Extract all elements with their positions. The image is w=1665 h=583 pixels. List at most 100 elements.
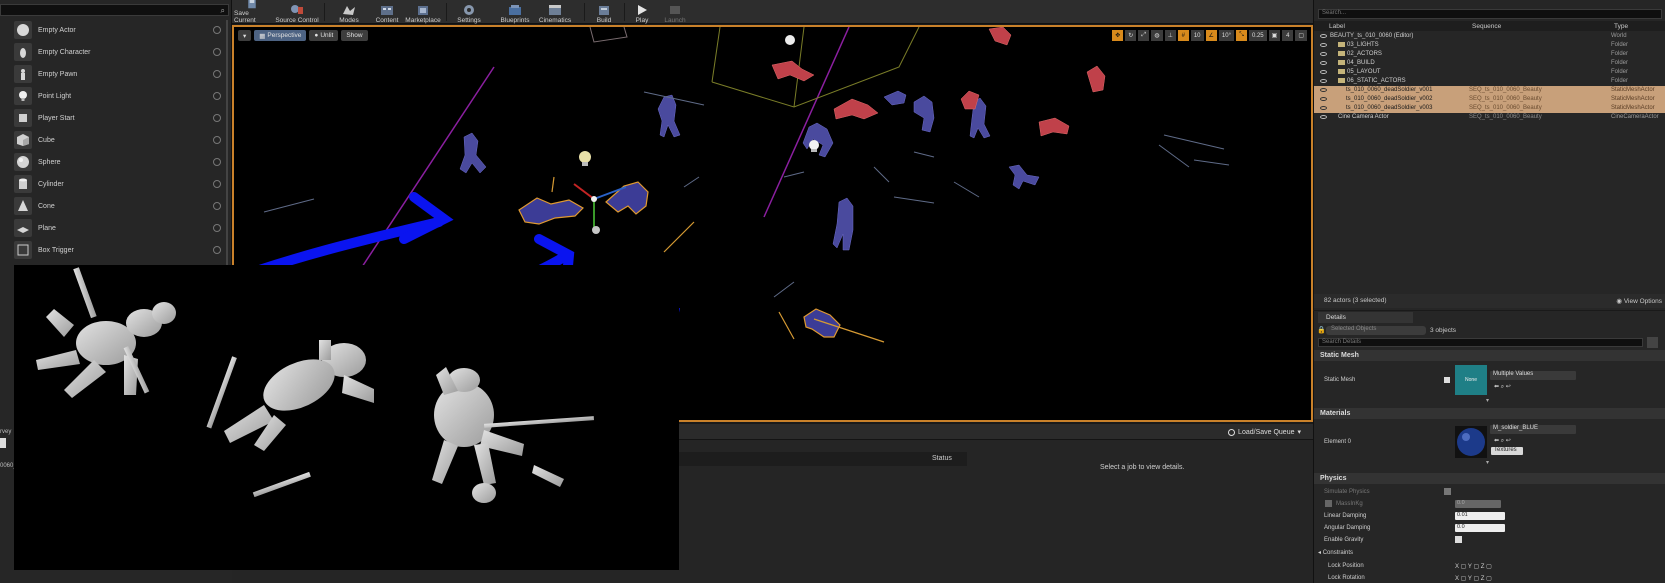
- view-options-button[interactable]: ◉ View Options: [1616, 297, 1662, 305]
- world-local-icon[interactable]: ◍: [1151, 30, 1163, 41]
- blueprints-button[interactable]: Blueprints: [498, 0, 532, 24]
- place-item-empty-pawn[interactable]: Empty Pawn: [0, 63, 229, 85]
- lock-icon[interactable]: 🔒: [1317, 326, 1326, 334]
- camera-speed-value[interactable]: 4: [1282, 30, 1294, 41]
- grid-snap-value[interactable]: 10: [1190, 30, 1204, 41]
- mass-input[interactable]: 0.0: [1455, 500, 1501, 508]
- rotation-snap-value[interactable]: 10°: [1218, 30, 1234, 41]
- place-item-point-light[interactable]: Point Light: [0, 85, 229, 107]
- material-thumbnail[interactable]: [1455, 426, 1487, 458]
- outliner-row-folder[interactable]: 04_BUILD Folder: [1314, 59, 1665, 68]
- materials-category[interactable]: Materials: [1314, 408, 1665, 419]
- sequence-column-header[interactable]: Sequence: [1472, 23, 1501, 30]
- visibility-eye-icon[interactable]: [1320, 34, 1327, 38]
- place-item-plane[interactable]: Plane: [0, 217, 229, 239]
- build-button[interactable]: Build: [592, 0, 616, 24]
- place-item-cone[interactable]: Cone: [0, 195, 229, 217]
- load-save-queue-button[interactable]: Load/Save Queue ▾: [1228, 428, 1301, 436]
- rotation-snap-icon[interactable]: ∠: [1205, 30, 1217, 41]
- outliner-row-static-mesh[interactable]: ts_010_0060_deadSoldier_v001 SEQ_ts_010_…: [1314, 86, 1665, 95]
- save-current-button[interactable]: Save Current: [234, 0, 270, 24]
- physics-category[interactable]: Physics: [1314, 473, 1665, 484]
- translate-mode-icon[interactable]: ✥: [1112, 30, 1124, 41]
- launch-button[interactable]: Launch: [662, 0, 688, 24]
- static-mesh-dropdown[interactable]: Multiple Values: [1490, 371, 1576, 380]
- place-item-player-start[interactable]: Player Start: [0, 107, 229, 129]
- view-mode-button[interactable]: ● Unlit: [309, 30, 339, 41]
- scale-snap-value[interactable]: 0.25: [1248, 30, 1267, 41]
- cinematics-button[interactable]: Cinematics: [538, 0, 572, 24]
- details-search-input[interactable]: Search Details: [1318, 338, 1643, 347]
- grid-snap-icon[interactable]: #: [1177, 30, 1189, 41]
- place-item-empty-character[interactable]: Empty Character: [0, 41, 229, 63]
- info-icon[interactable]: [213, 48, 221, 56]
- outliner-row-static-mesh[interactable]: ts_010_0060_deadSoldier_v003 SEQ_ts_010_…: [1314, 104, 1665, 113]
- place-item-empty-actor[interactable]: Empty Actor: [0, 19, 229, 41]
- angular-damping-input[interactable]: 0.0: [1455, 524, 1505, 532]
- outliner-row-folder[interactable]: 02_ACTORS Folder: [1314, 50, 1665, 59]
- static-mesh-category[interactable]: Static Mesh: [1314, 350, 1665, 361]
- linear-damping-input[interactable]: 0.01: [1455, 512, 1505, 520]
- modes-search-input[interactable]: ⌕: [0, 4, 229, 16]
- label-column-header[interactable]: Label: [1329, 23, 1345, 30]
- outliner-row-folder[interactable]: 03_LIGHTS Folder: [1314, 41, 1665, 50]
- show-button[interactable]: Show: [341, 30, 368, 41]
- sky-sphere-icon[interactable]: [785, 35, 795, 45]
- outliner-search-input[interactable]: Search...: [1318, 9, 1662, 19]
- outliner-row-static-mesh[interactable]: ts_010_0060_deadSoldier_v002 SEQ_ts_010_…: [1314, 95, 1665, 104]
- visibility-eye-icon[interactable]: [1320, 43, 1327, 47]
- settings-button[interactable]: Settings: [454, 0, 484, 24]
- point-light-icon[interactable]: [579, 151, 591, 166]
- use-selected-arrow-icon[interactable]: ⬅ ⌕ ↩: [1494, 383, 1511, 391]
- visibility-eye-icon[interactable]: [1320, 97, 1327, 101]
- viewport-menu-button[interactable]: ▾: [238, 30, 252, 41]
- visibility-eye-icon[interactable]: [1320, 70, 1327, 74]
- marketplace-button[interactable]: Marketplace: [404, 0, 442, 24]
- info-icon[interactable]: [213, 114, 221, 122]
- outliner-row-world[interactable]: BEAUTY_ts_010_0060 (Editor) World: [1314, 32, 1665, 41]
- info-icon[interactable]: [213, 246, 221, 254]
- reset-arrow-icon[interactable]: [1444, 377, 1450, 383]
- outliner-row-folder[interactable]: 06_STATIC_ACTORS Folder: [1314, 77, 1665, 86]
- content-button[interactable]: Content: [374, 0, 400, 24]
- property-matrix-icon[interactable]: [1647, 337, 1658, 348]
- info-icon[interactable]: [213, 92, 221, 100]
- visibility-eye-icon[interactable]: [1320, 52, 1327, 56]
- visibility-eye-icon[interactable]: [1320, 88, 1327, 92]
- visibility-eye-icon[interactable]: [1320, 115, 1327, 119]
- camera-speed-icon[interactable]: ▣: [1268, 30, 1281, 41]
- visibility-eye-icon[interactable]: [1320, 61, 1327, 65]
- place-item-cylinder[interactable]: Cylinder: [0, 173, 229, 195]
- visibility-eye-icon[interactable]: [1320, 79, 1327, 83]
- place-item-cube[interactable]: Cube: [0, 129, 229, 151]
- scale-snap-icon[interactable]: ⤡: [1235, 30, 1247, 41]
- info-icon[interactable]: [213, 180, 221, 188]
- outliner-row-camera[interactable]: Cine Camera Actor SEQ_ts_010_0060_Beauty…: [1314, 113, 1665, 122]
- place-item-sphere[interactable]: Sphere: [0, 151, 229, 173]
- textures-button[interactable]: Textures: [1491, 447, 1523, 455]
- info-icon[interactable]: [213, 70, 221, 78]
- mesh-thumbnail[interactable]: None: [1455, 365, 1487, 395]
- info-icon[interactable]: [213, 26, 221, 34]
- play-button[interactable]: Play: [632, 0, 652, 24]
- perspective-button[interactable]: ▦ Perspective: [254, 30, 307, 41]
- emitter-icon[interactable]: [592, 226, 600, 234]
- place-item-box-trigger[interactable]: Box Trigger: [0, 239, 229, 261]
- outliner-row-folder[interactable]: 05_LAYOUT Folder: [1314, 68, 1665, 77]
- type-column-header[interactable]: Type: [1614, 23, 1628, 30]
- use-selected-arrow-icon[interactable]: ⬅ ⌕ ↩: [1494, 437, 1511, 445]
- surface-snap-icon[interactable]: ⊥: [1164, 30, 1176, 41]
- selected-objects-field[interactable]: Selected Objects: [1326, 326, 1426, 335]
- simulate-physics-checkbox[interactable]: [1444, 488, 1451, 495]
- visibility-eye-icon[interactable]: [1320, 106, 1327, 110]
- modes-button[interactable]: Modes: [336, 0, 362, 24]
- rotate-mode-icon[interactable]: ↻: [1125, 30, 1137, 41]
- mass-override-checkbox[interactable]: [1325, 500, 1332, 507]
- info-icon[interactable]: [213, 202, 221, 210]
- point-light-icon[interactable]: [809, 140, 819, 152]
- lock-position-xyz-checkboxes[interactable]: X ▢ Y ▢ Z ▢: [1455, 563, 1492, 570]
- info-icon[interactable]: [213, 158, 221, 166]
- expand-arrow-icon[interactable]: ▾: [1486, 397, 1489, 404]
- material-dropdown[interactable]: M_soldier_BLUE: [1490, 425, 1576, 434]
- maximize-viewport-icon[interactable]: ▢: [1295, 30, 1307, 41]
